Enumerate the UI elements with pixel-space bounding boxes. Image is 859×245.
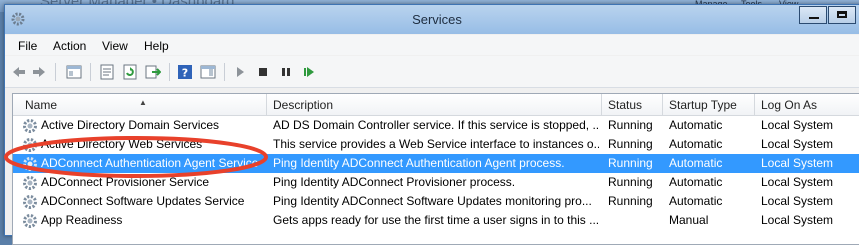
service-status: Running [608, 175, 653, 189]
service-log-on-as: Local System [761, 118, 834, 132]
gear-service-icon [22, 156, 38, 172]
help-icon[interactable]: ? [177, 64, 193, 80]
service-startup-type: Automatic [669, 118, 723, 132]
restart-service-icon[interactable] [301, 64, 317, 80]
properties-icon[interactable] [99, 64, 115, 80]
toolbar-separator [55, 63, 56, 81]
menu-action[interactable]: Action [53, 39, 86, 53]
service-startup-type: Automatic [669, 175, 723, 189]
export-list-icon[interactable] [145, 64, 161, 80]
column-header-description-label: Description [273, 98, 334, 112]
menu-bar: File Action View Help [5, 35, 859, 55]
service-name: Active Directory Domain Services [41, 118, 220, 132]
service-startup-type: Automatic [669, 156, 723, 170]
minimize-icon [809, 17, 819, 19]
service-description: Ping Identity ADConnect Provisioner proc… [273, 175, 516, 189]
gear-service-icon [22, 118, 38, 134]
table-row[interactable]: App Readiness Gets apps ready for use th… [13, 211, 859, 230]
service-status: Running [608, 156, 653, 170]
column-header-log-on-as-label: Log On As [761, 98, 818, 112]
window-titlebar[interactable]: Services [5, 5, 859, 34]
svg-text:?: ? [182, 67, 188, 80]
gear-service-icon [22, 194, 38, 210]
table-row[interactable]: ADConnect Software Updates Service Ping … [13, 192, 859, 211]
service-status [608, 211, 664, 230]
maximize-icon [837, 11, 847, 18]
table-row[interactable]: Active Directory Domain Services AD DS D… [13, 116, 859, 135]
gear-service-icon [22, 213, 38, 229]
column-header-description[interactable]: Description [267, 94, 602, 115]
toolbar-separator [90, 63, 91, 81]
maximize-button[interactable] [828, 6, 856, 24]
refresh-icon[interactable] [122, 64, 138, 80]
service-name: App Readiness [41, 213, 123, 227]
column-header-row: Name ▲ Description Status Startup Type L… [13, 94, 859, 116]
column-header-startup-type-label: Startup Type [669, 98, 737, 112]
column-header-status[interactable]: Status [602, 94, 663, 115]
service-description: Ping Identity ADConnect Authentication A… [273, 156, 565, 170]
service-description: AD DS Domain Controller service. If this… [273, 118, 599, 132]
service-startup-type: Manual [669, 213, 709, 227]
services-window: Services File Action View Help ? Name ▲ … [4, 4, 859, 245]
service-log-on-as: Local System [761, 194, 834, 208]
service-name: ADConnect Provisioner Service [41, 175, 210, 189]
menu-view[interactable]: View [102, 39, 128, 53]
menu-help[interactable]: Help [144, 39, 169, 53]
gear-service-icon [22, 137, 38, 153]
pause-service-icon[interactable] [278, 64, 294, 80]
back-arrow-icon[interactable] [11, 64, 27, 80]
show-hide-action-pane-icon[interactable] [200, 64, 216, 80]
service-startup-type: Automatic [669, 137, 723, 151]
service-log-on-as: Local System [761, 156, 834, 170]
table-row[interactable]: Active Directory Web Services This servi… [13, 135, 859, 154]
column-header-startup-type[interactable]: Startup Type [663, 94, 755, 115]
services-list[interactable]: Name ▲ Description Status Startup Type L… [12, 93, 859, 245]
show-hide-console-tree-icon[interactable] [66, 64, 82, 80]
gear-service-icon [22, 175, 38, 191]
stop-service-icon[interactable] [255, 64, 271, 80]
menu-file[interactable]: File [18, 39, 37, 53]
service-name: ADConnect Software Updates Service [41, 194, 245, 208]
forward-arrow-icon[interactable] [31, 64, 47, 80]
service-status: Running [608, 118, 653, 132]
column-header-log-on-as[interactable]: Log On As [755, 94, 859, 115]
service-description: Ping Identity ADConnect Software Updates… [273, 194, 592, 208]
service-startup-type: Automatic [669, 194, 723, 208]
toolbar-separator [224, 63, 225, 81]
column-header-name[interactable]: Name ▲ [13, 94, 267, 115]
table-row[interactable]: ADConnect Provisioner Service Ping Ident… [13, 173, 859, 192]
service-log-on-as: Local System [761, 175, 834, 189]
start-service-icon[interactable] [232, 64, 248, 80]
service-description: This service provides a Web Service inte… [273, 137, 599, 151]
sort-ascending-icon: ▲ [139, 98, 147, 107]
minimize-button[interactable] [799, 6, 827, 24]
toolbar-separator [169, 63, 170, 81]
column-header-status-label: Status [608, 98, 643, 112]
service-log-on-as: Local System [761, 213, 834, 227]
service-status: Running [608, 137, 653, 151]
table-row-selected[interactable]: ADConnect Authentication Agent Service P… [13, 154, 859, 173]
column-header-name-label: Name [25, 98, 58, 112]
service-name: ADConnect Authentication Agent Service [41, 156, 259, 170]
service-log-on-as: Local System [761, 137, 834, 151]
service-status: Running [608, 194, 653, 208]
toolbar: ? [5, 56, 859, 88]
service-name: Active Directory Web Services [41, 137, 203, 151]
service-description: Gets apps ready for use the first time a… [273, 213, 599, 227]
window-title: Services [412, 12, 462, 27]
